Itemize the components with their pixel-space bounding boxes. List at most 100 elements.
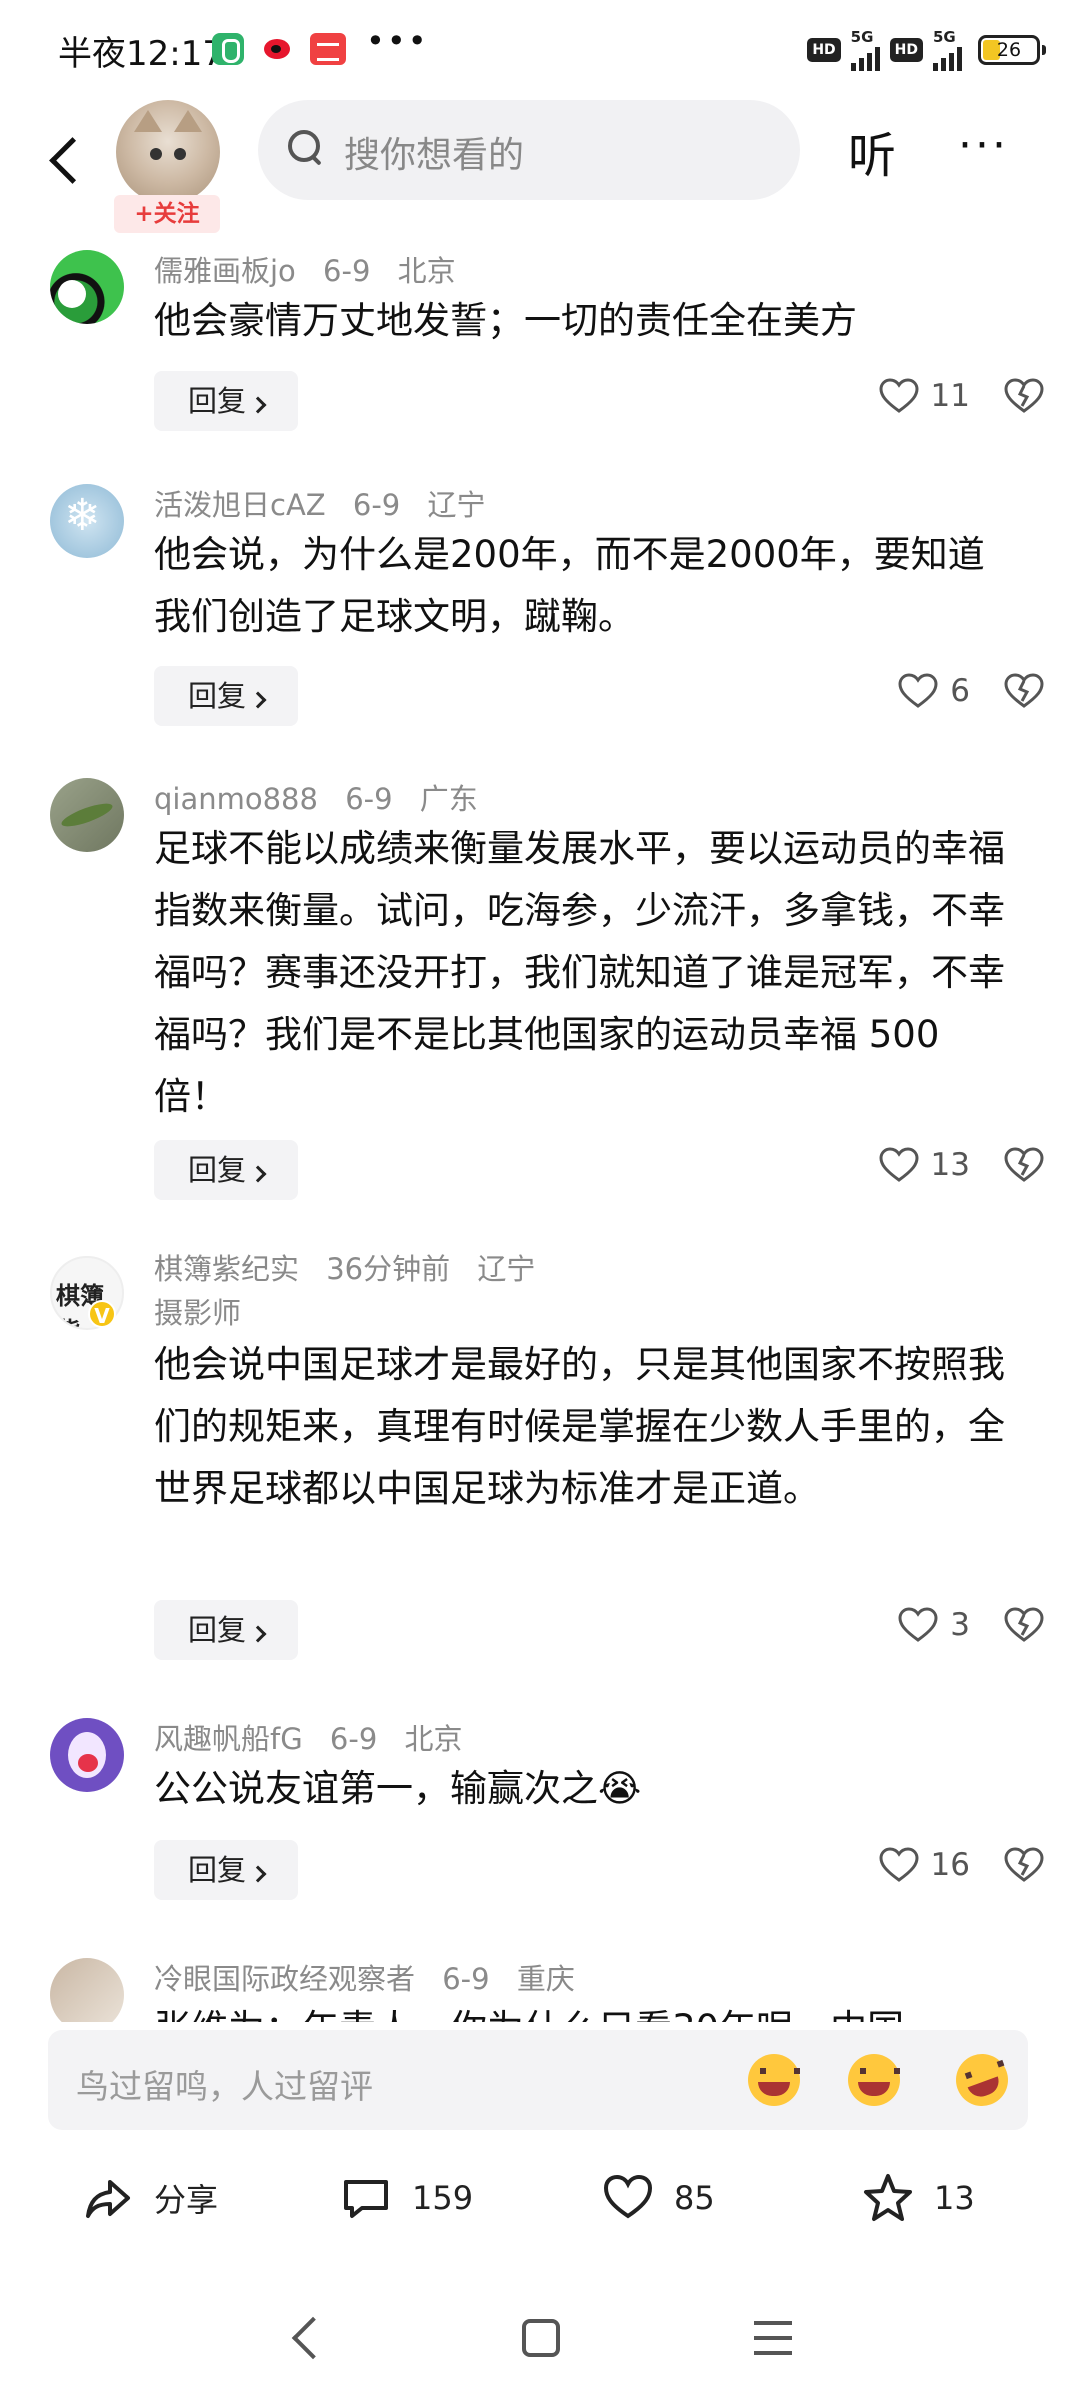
comment-item: 冷眼国际政经观察者 6-9 重庆 张维为：年青人，你为什么只看30年呢，中国: [0, 1940, 1080, 2022]
reply-button[interactable]: 回复: [154, 666, 298, 726]
like-button[interactable]: 16: [879, 1847, 970, 1883]
signal-2: 5G: [933, 27, 962, 71]
dislike-icon[interactable]: [1004, 1847, 1044, 1883]
network-type: 5G: [850, 27, 874, 46]
signal-bars-icon: [850, 45, 880, 71]
laugh-emoji-icon[interactable]: [748, 2054, 800, 2106]
search-input[interactable]: 搜你想看的: [258, 100, 800, 200]
dislike-icon[interactable]: [1004, 1147, 1044, 1183]
like-button[interactable]: 11: [879, 378, 970, 414]
heart-icon: [898, 673, 938, 708]
battery-level: 26: [996, 39, 1022, 61]
toutiao-icon: [310, 33, 346, 65]
dislike-icon[interactable]: [1004, 378, 1044, 414]
rofl-emoji-icon[interactable]: [948, 2046, 1016, 2114]
comment-location: 北京: [404, 1722, 463, 1756]
signal-bars-icon: [933, 45, 962, 71]
back-button[interactable]: [42, 130, 92, 190]
comment-meta: 活泼旭日cAZ 6-9 辽宁: [154, 482, 503, 524]
favorite-button[interactable]: 13: [862, 2172, 975, 2224]
cat-ear: [134, 110, 162, 132]
network-type: 5G: [933, 27, 956, 46]
dislike-icon[interactable]: [1004, 1607, 1044, 1643]
comment-username[interactable]: 风趣帆船fG: [154, 1722, 303, 1756]
comment-count: 159: [412, 2179, 474, 2217]
like-count: 11: [930, 378, 970, 414]
comment-date: 6-9: [329, 1722, 378, 1756]
heart-icon: [879, 1147, 919, 1182]
top-nav: +关注 搜你想看的 听 ···: [0, 100, 1080, 233]
grin-emoji-icon[interactable]: [848, 2054, 900, 2106]
comment-date: 6-9: [442, 1962, 490, 1996]
like-count: 16: [930, 1847, 970, 1883]
like-post-button[interactable]: 85: [602, 2172, 715, 2224]
like-count: 6: [950, 673, 970, 709]
comment-meta: 风趣帆船fG 6-9 北京: [154, 1716, 481, 1758]
like-button[interactable]: 3: [898, 1607, 970, 1643]
comment-count-button[interactable]: 159: [340, 2172, 473, 2224]
follow-button[interactable]: +关注: [114, 195, 220, 233]
favorite-count: 13: [934, 2179, 975, 2217]
system-nav-bar: [0, 2285, 1080, 2400]
reply-button[interactable]: 回复: [154, 1140, 298, 1200]
chevron-right-icon: [249, 1865, 267, 1883]
cat-ear: [174, 110, 202, 132]
chevron-right-icon: [249, 691, 267, 709]
user-avatar[interactable]: [50, 1718, 124, 1792]
article-comments-page: 半夜12:17 ••• HD 5G HD 5G 26 +关注 搜你想看的 听 ·…: [0, 0, 1080, 2400]
comment-meta: qianmo888 6-9 广东: [154, 776, 496, 818]
user-avatar[interactable]: [50, 778, 124, 852]
reply-label: 回复: [187, 384, 246, 418]
user-title: 摄影师: [154, 1296, 242, 1330]
battery-icon: 26: [978, 35, 1046, 65]
comment-text: 他会说，为什么是200年，而不是2000年，要知道我们创造了足球文明，蹴鞠。: [154, 533, 985, 638]
chevron-right-icon: [249, 396, 267, 414]
nav-back-icon[interactable]: [291, 2316, 335, 2360]
like-button[interactable]: 13: [879, 1147, 970, 1183]
cat-eye: [174, 148, 186, 160]
user-avatar[interactable]: [50, 250, 124, 324]
comment-text: 张维为：年青人，你为什么只看30年呢，中国: [154, 1998, 1014, 2022]
comment-text: 公公说友谊第一，输赢次之😭: [154, 1767, 642, 1810]
comment-input[interactable]: 鸟过留鸣，人过留评: [48, 2030, 1028, 2130]
status-more-icon: •••: [366, 22, 429, 60]
comment-username[interactable]: 儒雅画板jo: [154, 254, 296, 288]
nav-menu-icon[interactable]: [754, 2321, 792, 2355]
status-indicators: HD 5G HD 5G 26: [807, 27, 1046, 71]
user-avatar[interactable]: [50, 1958, 124, 2022]
reply-label: 回复: [187, 679, 246, 713]
chevron-right-icon: [249, 1625, 267, 1643]
heart-icon: [879, 378, 919, 413]
comment-text: 他会说中国足球才是最好的，只是其他国家不按照我们的规矩来，真理有时候是掌握在少数…: [154, 1343, 1005, 1510]
comment-username[interactable]: 冷眼国际政经观察者: [154, 1962, 415, 1996]
reply-button[interactable]: 回复: [154, 1840, 298, 1900]
comment-username[interactable]: 棋簿紫纪实: [154, 1252, 299, 1286]
comment-location: 辽宁: [477, 1252, 536, 1286]
comment-username[interactable]: 活泼旭日cAZ: [154, 488, 326, 522]
more-options-button[interactable]: ···: [958, 120, 1009, 171]
listen-button[interactable]: 听: [848, 116, 896, 186]
dislike-icon[interactable]: [1004, 673, 1044, 709]
comment-location: 重庆: [516, 1962, 575, 1996]
status-time: 半夜12:17: [58, 34, 224, 74]
like-count: 3: [950, 1607, 970, 1643]
comment-date: 6-9: [352, 488, 401, 522]
reply-button[interactable]: 回复: [154, 1600, 298, 1660]
comment-location: 广东: [419, 782, 478, 816]
user-avatar[interactable]: [50, 484, 124, 558]
reply-button[interactable]: 回复: [154, 371, 298, 431]
nav-home-icon[interactable]: [522, 2319, 560, 2357]
search-placeholder: 搜你想看的: [344, 135, 525, 176]
like-count: 85: [674, 2179, 715, 2217]
comment-input-placeholder: 鸟过留鸣，人过留评: [76, 2067, 373, 2106]
share-button[interactable]: 分享: [82, 2172, 218, 2224]
signal-1: 5G: [850, 27, 880, 71]
vpn-icon: [212, 33, 244, 65]
like-button[interactable]: 6: [898, 673, 970, 709]
share-label: 分享: [154, 2181, 219, 2219]
author-avatar[interactable]: [116, 100, 220, 204]
comment-username[interactable]: qianmo888: [154, 782, 318, 816]
reply-label: 回复: [187, 1853, 246, 1887]
action-bar: 分享 159 85 13: [0, 2150, 1080, 2260]
hd-badge: HD: [807, 38, 841, 62]
